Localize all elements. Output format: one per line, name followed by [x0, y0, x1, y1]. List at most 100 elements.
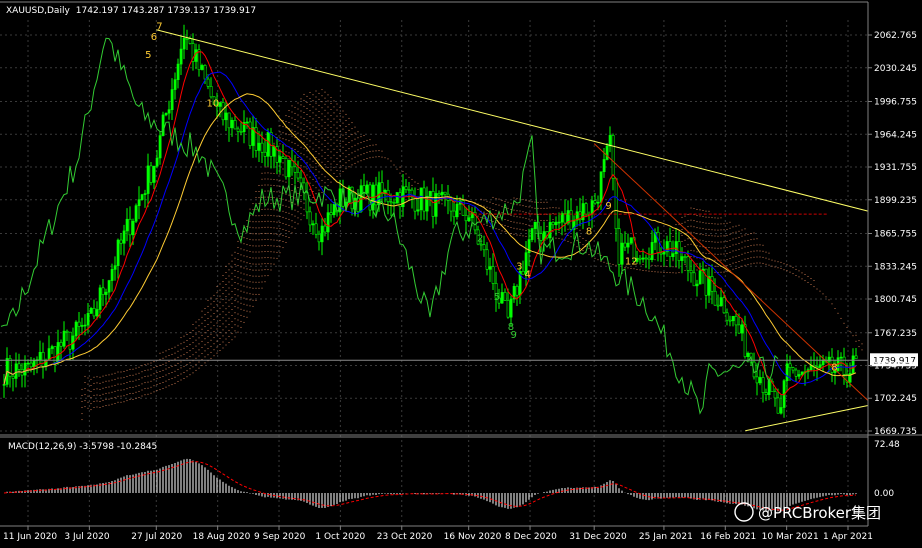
price-chart[interactable]: 5671025893489128 1739.917 2062.7652030.2… — [0, 0, 922, 548]
kumo-dot — [699, 215, 701, 217]
kumo-dot — [264, 251, 266, 253]
kumo-dot — [702, 252, 704, 254]
kumo-dot — [552, 231, 554, 233]
kumo-dot — [567, 240, 569, 242]
kumo-dot — [333, 112, 335, 114]
kumo-dot — [279, 222, 281, 224]
kumo-dot — [276, 209, 278, 211]
kumo-dot — [345, 125, 347, 127]
kumo-dot — [312, 184, 314, 186]
kumo-dot — [789, 271, 791, 273]
kumo-dot — [234, 312, 236, 314]
counter-label: 9 — [605, 201, 611, 212]
kumo-dot — [513, 227, 515, 229]
kumo-dot — [291, 184, 293, 186]
kumo-dot — [306, 107, 308, 109]
kumo-dot — [267, 166, 269, 168]
kumo-dot — [747, 245, 749, 247]
kumo-dot — [363, 134, 365, 136]
candle-body — [314, 223, 318, 235]
kumo-dot — [489, 219, 491, 221]
kumo-dot — [315, 114, 317, 116]
kumo-dot — [696, 245, 698, 247]
candle-body — [119, 239, 123, 244]
kumo-dot — [321, 101, 323, 103]
kumo-dot — [324, 158, 326, 160]
kumo-dot — [294, 137, 296, 139]
kumo-dot — [288, 109, 290, 111]
candle-body — [98, 287, 102, 310]
kumo-dot — [252, 305, 254, 307]
kumo-dot — [276, 203, 278, 205]
kumo-dot — [759, 244, 761, 246]
kumo-dot — [213, 294, 215, 296]
kumo-dot — [249, 275, 251, 277]
candle-body — [230, 120, 234, 129]
kumo-dot — [528, 212, 530, 214]
kumo-dot — [339, 155, 341, 157]
kumo-dot — [126, 369, 128, 371]
kumo-dot — [249, 232, 251, 234]
kumo-dot — [696, 263, 698, 265]
candle-body — [41, 351, 45, 367]
chart-window[interactable]: 5 6 7 10 2 5 8 9 3 4 8 9 12 8 1739.917 2062.765 2030.2… — [0, 0, 922, 548]
kumo-dot — [567, 228, 569, 230]
kumo-dot — [723, 229, 725, 231]
kumo-dot — [336, 176, 338, 178]
kumo-dot — [753, 250, 755, 252]
price-tick-label: 1669.735 — [874, 427, 917, 437]
kumo-dot — [735, 261, 737, 263]
kumo-dot — [297, 156, 299, 158]
kumo-dot — [522, 199, 524, 201]
kumo-dot — [267, 184, 269, 186]
kumo-dot — [708, 222, 710, 224]
kumo-dot — [231, 308, 233, 310]
kumo-dot — [309, 176, 311, 178]
kumo-dot — [498, 228, 500, 230]
kumo-dot — [105, 380, 107, 382]
kumo-dot — [309, 122, 311, 124]
kumo-dot — [258, 275, 260, 277]
kumo-dot — [84, 406, 86, 408]
kumo-dot — [744, 234, 746, 236]
kumo-dot — [276, 227, 278, 229]
kumo-dot — [216, 340, 218, 342]
kumo-dot — [696, 209, 698, 211]
kumo-dot — [249, 226, 251, 228]
kumo-dot — [171, 347, 173, 349]
kumo-dot — [672, 236, 674, 238]
kumo-dot — [513, 197, 515, 199]
kumo-dot — [795, 274, 797, 276]
kumo-dot — [276, 257, 278, 259]
kumo-dot — [123, 389, 125, 391]
kumo-dot — [717, 241, 719, 243]
kumo-dot — [321, 161, 323, 163]
kumo-dot — [204, 326, 206, 328]
candle-body — [818, 364, 822, 368]
kumo-dot — [519, 216, 521, 218]
kumo-dot — [195, 327, 197, 329]
kumo-dot — [675, 272, 677, 274]
kumo-dot — [318, 165, 320, 167]
kumo-dot — [312, 160, 314, 162]
kumo-dot — [336, 163, 338, 165]
kumo-dot — [105, 386, 107, 388]
kumo-dot — [273, 142, 275, 144]
kumo-dot — [258, 281, 260, 283]
kumo-dot — [741, 235, 743, 237]
kumo-dot — [237, 313, 239, 315]
kumo-dot — [237, 277, 239, 279]
kumo-dot — [273, 221, 275, 223]
kumo-dot — [597, 253, 599, 255]
kumo-dot — [330, 121, 332, 123]
kumo-dot — [207, 324, 209, 326]
kumo-dot — [267, 196, 269, 198]
kumo-dot — [366, 139, 368, 141]
kumo-dot — [339, 161, 341, 163]
kumo-dot — [144, 376, 146, 378]
kumo-dot — [291, 214, 293, 216]
kumo-dot — [333, 154, 335, 156]
kumo-dot — [282, 132, 284, 134]
kumo-dot — [171, 378, 173, 380]
kumo-dot — [294, 118, 296, 120]
